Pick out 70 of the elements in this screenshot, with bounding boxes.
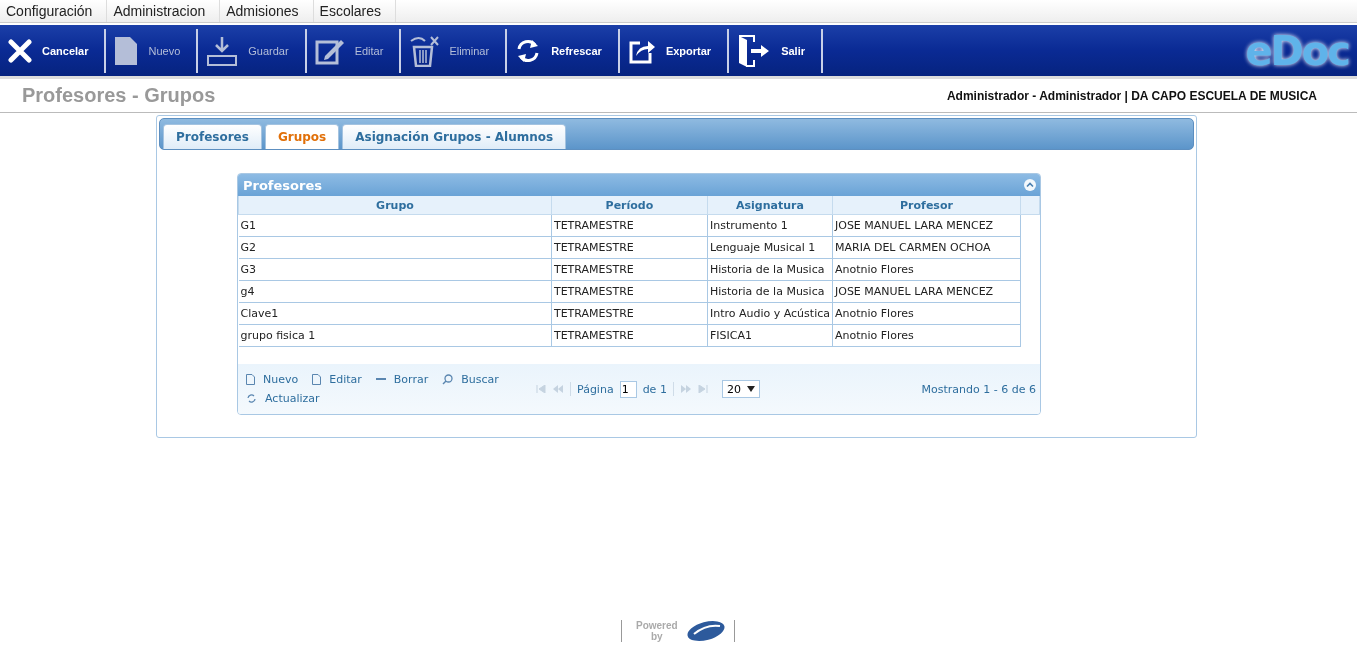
table-cell: G2: [238, 236, 552, 259]
table-cell: Historia de la Musica: [707, 280, 833, 303]
table-cell: TETRAMESTRE: [551, 280, 708, 303]
menu-item[interactable]: Configuración: [0, 0, 108, 22]
column-header[interactable]: Período: [551, 196, 708, 215]
page-size-dropdown[interactable]: 20: [721, 380, 760, 398]
by-text: by: [651, 631, 663, 642]
table-cell: JOSE MANUEL LARA MENCEZ: [832, 214, 1021, 237]
grid-action-button[interactable]: Editar: [312, 373, 362, 386]
powered-text: Powered: [636, 620, 678, 631]
table-cell: FISICA1: [707, 324, 833, 347]
table-cell: g4: [238, 280, 552, 303]
table-cell: TETRAMESTRE: [551, 324, 708, 347]
grid-action-button[interactable]: Buscar: [442, 373, 499, 386]
menu-item[interactable]: Admisiones: [220, 0, 314, 22]
next-page-icon[interactable]: [679, 385, 692, 393]
grid-action-button[interactable]: Nuevo: [246, 373, 299, 386]
company-logo-icon: [685, 620, 726, 642]
page-input[interactable]: 1: [619, 380, 637, 398]
first-page-icon[interactable]: [536, 385, 546, 393]
menu-item[interactable]: Administracion: [107, 0, 221, 22]
grid-action-button[interactable]: Actualizar: [246, 392, 320, 405]
refresh-icon: [246, 393, 257, 404]
page-title: Profesores - Grupos: [22, 84, 216, 107]
page-label: Página: [577, 382, 614, 396]
previous-page-icon[interactable]: [552, 385, 564, 393]
table-cell: Anotnio Flores: [832, 302, 1021, 325]
table-cell: G1: [238, 214, 552, 237]
user-info: Administrador - Administrador | DA CAPO ESCUELA DE MUSICA: [946, 88, 1317, 103]
table-cell: TETRAMESTRE: [551, 258, 708, 281]
column-header[interactable]: Grupo: [238, 196, 552, 215]
page-icon: [246, 374, 255, 385]
close-icon: [8, 38, 32, 63]
table-cell: TETRAMESTRE: [551, 236, 708, 259]
page-icon: [312, 374, 322, 385]
table-cell: Historia de la Musica: [707, 258, 833, 281]
table-cell: TETRAMESTRE: [551, 214, 708, 237]
search-icon: [442, 374, 454, 385]
toolbar-button[interactable]: Cancelar: [0, 28, 107, 73]
table-cell: JOSE MANUEL LARA MENCEZ: [832, 280, 1021, 303]
toolbar-button[interactable]: Refrescar: [507, 28, 620, 73]
collapse-icon[interactable]: [1024, 179, 1036, 191]
table-cell: MARIA DEL CARMEN OCHOA: [832, 236, 1021, 259]
table-cell: Anotnio Flores: [832, 258, 1021, 281]
download-tray-icon: [206, 34, 239, 67]
record-summary: Mostrando 1 - 6 de 6: [921, 382, 1036, 396]
column-header[interactable]: Profesor: [832, 196, 1021, 215]
toolbar-button[interactable]: Salir: [729, 28, 823, 73]
grid-action-button[interactable]: Borrar: [375, 373, 429, 386]
table-cell: Anotnio Flores: [832, 324, 1021, 347]
table-cell: Instrumento 1: [707, 214, 833, 237]
tab[interactable]: Profesores: [163, 124, 262, 149]
page-icon: [114, 35, 139, 66]
logo: eDoc: [1245, 27, 1349, 74]
caret-icon: [746, 386, 755, 392]
table-cell: Intro Audio y Acústica: [707, 302, 833, 325]
table-cell: Lenguaje Musical 1: [707, 236, 833, 259]
page-count: de 1: [642, 382, 667, 396]
column-header[interactable]: Asignatura: [707, 196, 833, 215]
trash-icon: [409, 34, 440, 67]
tab[interactable]: Asignación Grupos - Alumnos: [342, 124, 567, 149]
table-cell: TETRAMESTRE: [551, 302, 708, 325]
grid-title: Profesores: [243, 177, 322, 193]
minus-icon: [375, 378, 386, 381]
toolbar-button[interactable]: Exportar: [619, 28, 730, 73]
last-page-icon[interactable]: [697, 385, 708, 393]
table-cell: grupo fisica 1: [238, 324, 552, 347]
menu-item[interactable]: Escolares: [313, 0, 397, 22]
table-cell: Clave1: [238, 302, 552, 325]
table-cell: G3: [238, 258, 552, 281]
